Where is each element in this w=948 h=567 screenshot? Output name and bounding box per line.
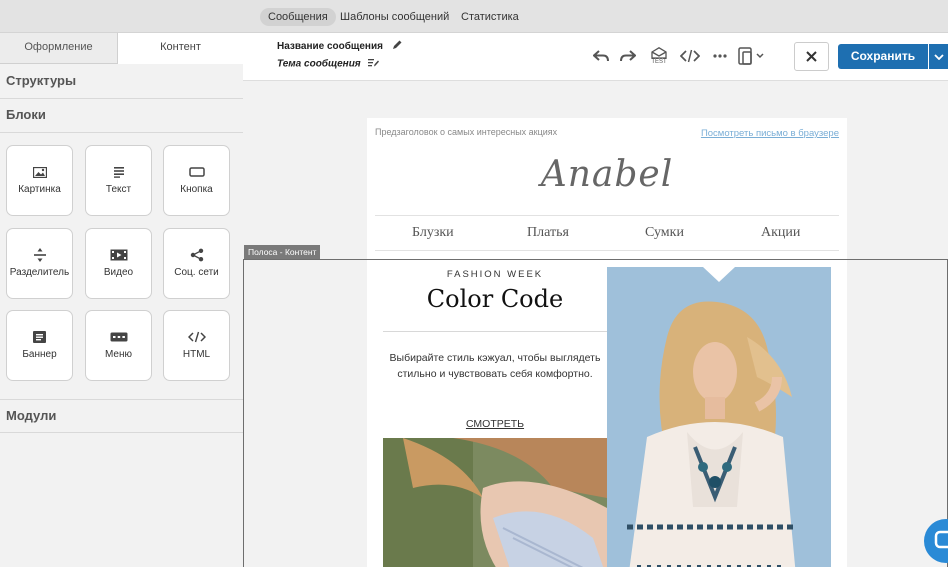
divider-icon [7, 247, 72, 263]
menu-item-dresses[interactable]: Платья [527, 225, 569, 241]
video-icon [86, 247, 151, 263]
block-image-label: Картинка [18, 184, 61, 195]
test-send-icon[interactable]: TEST [648, 44, 670, 68]
menu-item-bags[interactable]: Сумки [645, 225, 684, 241]
message-subject[interactable]: Тема сообщения [277, 58, 380, 70]
block-html-label: HTML [182, 349, 211, 360]
close-icon [806, 51, 817, 62]
panel-tabs: Оформление Контент [0, 33, 243, 65]
save-options-dropdown[interactable] [929, 44, 948, 69]
text-icon [86, 164, 151, 180]
tab-content[interactable]: Контент [118, 33, 243, 64]
share-icon [164, 247, 229, 263]
block-menu[interactable]: Меню [85, 310, 152, 381]
preheader-text[interactable]: Предзаголовок о самых интересных акциях [375, 127, 557, 137]
block-video[interactable]: Видео [85, 228, 152, 299]
device-preview-icon[interactable] [737, 45, 767, 67]
message-name[interactable]: Название сообщения [277, 40, 402, 53]
view-in-browser-link[interactable]: Посмотреть письмо в браузере [701, 128, 839, 139]
image-icon [7, 164, 72, 180]
section-structures[interactable]: Структуры [0, 65, 243, 99]
block-social[interactable]: Соц. сети [163, 228, 230, 299]
top-navigation: Сообщения Шаблоны сообщений Статистика [0, 0, 948, 33]
close-button[interactable] [794, 42, 829, 71]
block-menu-label: Меню [104, 349, 133, 360]
email-menu[interactable]: Блузки Платья Сумки Акции [375, 215, 839, 251]
block-video-label: Видео [103, 267, 134, 278]
more-options-icon[interactable] [710, 47, 730, 65]
block-divider-label: Разделитель [9, 267, 70, 278]
editor-header: Название сообщения Тема сообщения TEST С… [243, 33, 948, 81]
block-social-label: Соц. сети [174, 267, 219, 278]
menu-icon [86, 329, 151, 345]
block-image[interactable]: Картинка [6, 145, 73, 216]
section-blocks[interactable]: Блоки [0, 99, 243, 133]
tab-message-templates[interactable]: Шаблоны сообщений [332, 8, 457, 26]
pencil-icon[interactable] [392, 40, 402, 53]
stripe-label: Полоса - Контент [244, 245, 321, 259]
code-icon [164, 329, 229, 345]
banner-icon [7, 329, 72, 345]
left-panel: Оформление Контент Структуры Блоки Карти… [0, 33, 243, 567]
brand-logo[interactable]: Anabel [367, 154, 847, 195]
editor-canvas: Предзаголовок о самых интересных акциях … [243, 81, 948, 567]
message-subject-text: Тема сообщения [277, 58, 361, 70]
edit-subject-icon[interactable] [368, 58, 380, 70]
chat-icon [934, 530, 948, 549]
block-text[interactable]: Текст [85, 145, 152, 216]
menu-item-sales[interactable]: Акции [761, 225, 800, 241]
chevron-down-icon [933, 53, 944, 60]
save-button[interactable]: Сохранить [838, 44, 928, 69]
test-label: TEST [651, 58, 667, 65]
block-button-label: Кнопка [180, 184, 213, 195]
message-name-text: Название сообщения [277, 41, 383, 53]
selected-stripe-outline [243, 259, 948, 567]
block-text-label: Текст [105, 184, 132, 195]
section-modules[interactable]: Модули [0, 399, 243, 433]
block-banner-label: Баннер [22, 349, 57, 360]
code-view-icon[interactable] [679, 47, 701, 65]
block-divider[interactable]: Разделитель [6, 228, 73, 299]
tab-messages[interactable]: Сообщения [260, 8, 336, 26]
undo-icon[interactable] [592, 47, 610, 65]
block-banner[interactable]: Баннер [6, 310, 73, 381]
block-html[interactable]: HTML [163, 310, 230, 381]
tab-statistics[interactable]: Статистика [453, 8, 527, 26]
block-button[interactable]: Кнопка [163, 145, 230, 216]
button-icon [164, 164, 229, 180]
tab-design[interactable]: Оформление [0, 33, 118, 64]
redo-icon[interactable] [619, 47, 637, 65]
menu-item-blouses[interactable]: Блузки [412, 225, 454, 241]
